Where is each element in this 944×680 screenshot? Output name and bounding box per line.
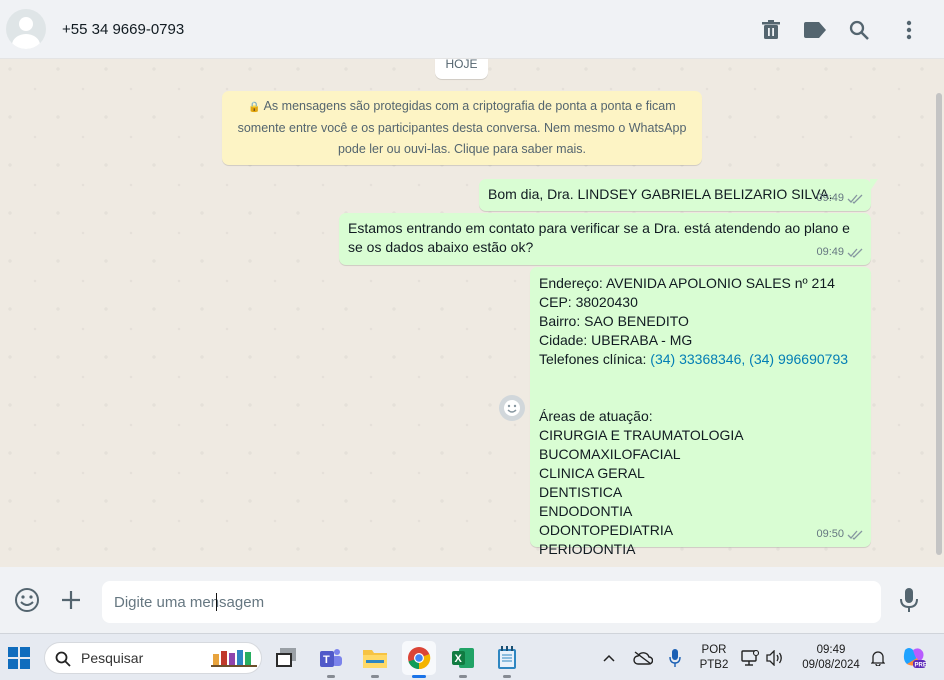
bairro-line: Bairro: SAO BENEDITO (539, 313, 689, 329)
svg-text:X: X (455, 653, 463, 665)
area-item: ENDODONTIA (539, 503, 633, 519)
volume-icon[interactable] (763, 641, 787, 675)
windows-start-icon[interactable] (2, 641, 36, 675)
delete-icon[interactable] (759, 18, 783, 42)
microphone-icon[interactable] (896, 587, 922, 613)
notepad-icon[interactable] (490, 641, 524, 678)
message-bubble[interactable]: Bom dia, Dra. LINDSEY GABRIELA BELIZARIO… (479, 179, 878, 211)
attach-plus-icon[interactable] (58, 587, 84, 613)
areas-label: Áreas de atuação: (539, 408, 653, 424)
network-icon[interactable] (738, 641, 762, 675)
message-input-box[interactable] (102, 581, 881, 623)
encryption-notice[interactable]: 🔒 As mensagens são protegidas com a crip… (222, 91, 702, 165)
phone-links[interactable]: (34) 33368346, (34) 996690793 (650, 351, 848, 367)
notification-bell-icon[interactable] (866, 641, 890, 675)
windows-taskbar: Pesquisar T X POR PTB2 09:49 09/08/2024 … (0, 633, 944, 680)
area-item: CLINICA GERAL (539, 465, 645, 481)
copilot-icon[interactable]: PRE (898, 641, 930, 675)
search-icon (55, 651, 71, 667)
message-list[interactable]: HOJE 🔒 As mensagens são protegidas com a… (0, 59, 944, 567)
message-meta: 09:49 (816, 189, 863, 208)
menu-icon[interactable] (897, 18, 921, 42)
system-clock[interactable]: 09:49 09/08/2024 (796, 643, 866, 673)
date-chip: HOJE (435, 59, 488, 79)
lock-icon: 🔒 (248, 102, 261, 113)
address-line: Endereço: AVENIDA APOLONIO SALES nº 214 (539, 275, 835, 291)
svg-text:T: T (323, 654, 330, 666)
label-icon[interactable] (803, 18, 827, 42)
chevron-up-icon[interactable] (597, 641, 621, 675)
chrome-icon[interactable] (402, 641, 436, 678)
react-emoji-icon[interactable] (499, 395, 525, 421)
message-meta: 09:50 (816, 525, 863, 544)
message-meta: 09:49 (816, 243, 863, 262)
teams-icon[interactable]: T (314, 641, 348, 678)
phones-line: Telefones clínica: (34) 33368346, (34) 9… (539, 351, 849, 367)
emoji-icon[interactable] (14, 587, 40, 613)
area-item: CIRURGIA E TRAUMATOLOGIA BUCOMAXILOFACIA… (539, 427, 743, 462)
file-explorer-icon[interactable] (358, 641, 392, 678)
message-text: Estamos entrando em contato para verific… (348, 220, 850, 236)
cloud-offline-icon[interactable] (630, 641, 656, 675)
double-check-icon (847, 248, 863, 258)
taskbar-search[interactable]: Pesquisar (44, 642, 262, 674)
message-text: Bom dia, Dra. LINDSEY GABRIELA BELIZARIO… (488, 186, 833, 202)
microphone-tray-icon[interactable] (663, 641, 687, 675)
language-indicator[interactable]: POR PTB2 (696, 643, 732, 673)
scrollbar[interactable] (936, 93, 942, 555)
message-text: se os dados abaixo estão ok? (348, 239, 534, 255)
message-bubble[interactable]: Endereço: AVENIDA APOLONIO SALES nº 214 … (530, 267, 871, 557)
search-highlight-icon (211, 648, 257, 668)
area-item: ODONTOPEDIATRIA (539, 522, 674, 538)
contact-name[interactable]: +55 34 9669-0793 (62, 21, 184, 38)
chat-header: +55 34 9669-0793 (0, 0, 944, 59)
message-input[interactable] (114, 593, 869, 611)
area-item: DENTISTICA (539, 484, 623, 500)
cidade-line: Cidade: UBERABA - MG (539, 332, 693, 348)
excel-icon[interactable]: X (446, 641, 480, 678)
composer-bar (0, 567, 944, 633)
double-check-icon (847, 530, 863, 540)
search-icon[interactable] (847, 18, 871, 42)
message-bubble[interactable]: Estamos entrando em contato para verific… (339, 213, 871, 265)
cep-line: CEP: 38020430 (539, 294, 638, 310)
area-item: PERIODONTIA (539, 541, 636, 557)
double-check-icon (847, 194, 863, 204)
svg-text:PRE: PRE (915, 663, 927, 669)
contact-avatar[interactable] (6, 9, 46, 49)
task-view-icon[interactable] (270, 641, 304, 675)
